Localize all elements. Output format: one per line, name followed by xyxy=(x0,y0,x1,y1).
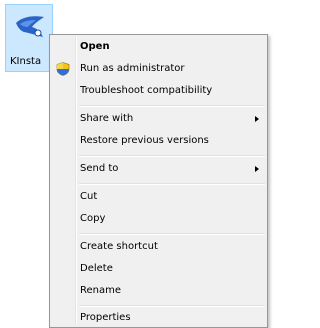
menu-item-label: Troubleshoot compatibility xyxy=(80,85,213,96)
submenu-arrow-icon xyxy=(255,166,259,172)
kinsta-app-icon xyxy=(16,16,44,37)
menu-item-label: Cut xyxy=(80,191,98,202)
menu-separator xyxy=(79,233,265,235)
menu-item-open[interactable]: Open xyxy=(52,37,265,57)
menu-item-label: Copy xyxy=(80,213,106,224)
menu-separator xyxy=(79,305,265,307)
file-label: KInsta xyxy=(10,56,42,67)
menu-item-share-with[interactable]: Share with xyxy=(52,109,265,129)
menu-item-label: Restore previous versions xyxy=(80,135,209,146)
menu-item-label: Create shortcut xyxy=(80,241,158,252)
context-menu: Open Run as administrator Troubleshoot c… xyxy=(49,34,268,328)
submenu-arrow-icon xyxy=(255,116,259,122)
menu-item-label: Share with xyxy=(80,113,134,124)
menu-item-label: Properties xyxy=(80,312,131,323)
menu-item-properties[interactable]: Properties xyxy=(52,308,265,328)
menu-item-label: Send to xyxy=(80,163,119,174)
menu-item-rename[interactable]: Rename xyxy=(52,281,265,301)
menu-item-copy[interactable]: Copy xyxy=(52,209,265,229)
menu-item-label: Run as administrator xyxy=(80,63,185,74)
desktop-file-kinsta[interactable]: KInsta xyxy=(5,4,53,72)
menu-item-cut[interactable]: Cut xyxy=(52,187,265,207)
menu-separator xyxy=(79,105,265,107)
uac-shield-icon xyxy=(56,62,70,76)
menu-item-create-shortcut[interactable]: Create shortcut xyxy=(52,237,265,257)
menu-item-label: Rename xyxy=(80,285,122,296)
menu-item-restore-previous-versions[interactable]: Restore previous versions xyxy=(52,131,265,151)
menu-separator xyxy=(79,155,265,157)
menu-item-send-to[interactable]: Send to xyxy=(52,159,265,179)
menu-item-run-as-administrator[interactable]: Run as administrator xyxy=(52,59,265,79)
menu-separator xyxy=(79,183,265,185)
menu-item-label: Open xyxy=(80,41,110,52)
menu-item-troubleshoot-compatibility[interactable]: Troubleshoot compatibility xyxy=(52,81,265,101)
menu-item-label: Delete xyxy=(80,263,113,274)
menu-item-delete[interactable]: Delete xyxy=(52,259,265,279)
desktop: KInsta Open Run as administrator Trouble… xyxy=(0,0,268,328)
